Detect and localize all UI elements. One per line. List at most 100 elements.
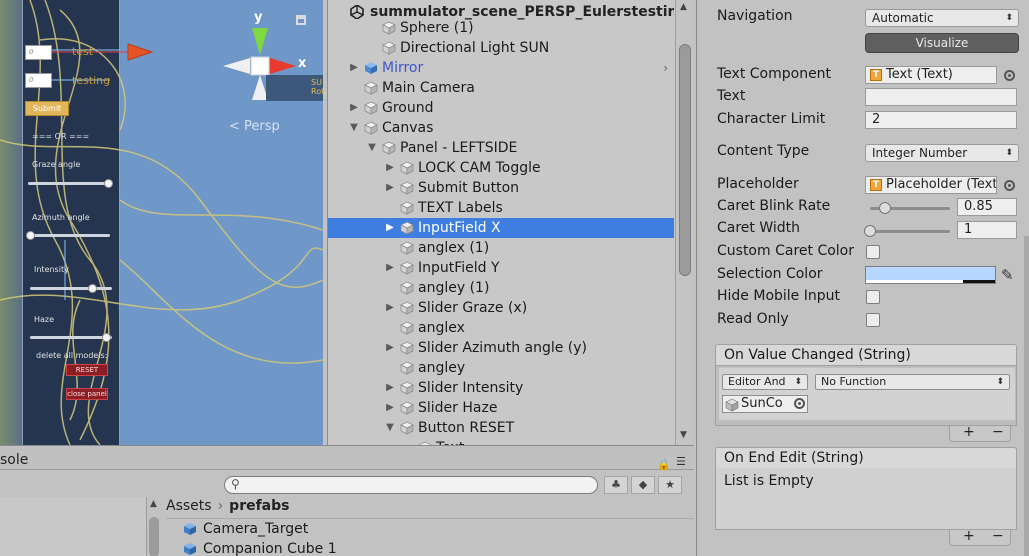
hierarchy-scrollbar[interactable]: ▲ ▼ [675, 0, 693, 445]
scene-azimuth-knob[interactable] [26, 231, 35, 240]
scene-graze-slider[interactable] [28, 179, 113, 188]
navigation-dropdown[interactable]: Automatic ⬍ [865, 9, 1019, 27]
scene-intensity-knob[interactable] [88, 284, 97, 293]
hierarchy-row[interactable]: angley (1) [328, 278, 674, 298]
gameobject-cube-icon [400, 401, 414, 415]
caret-width-slider[interactable] [864, 225, 950, 237]
hierarchy-row[interactable]: ▶ Ground [328, 98, 674, 118]
character-limit-field[interactable]: 2 [865, 111, 1017, 129]
object-picker-icon[interactable] [794, 398, 805, 409]
caret-blink-slider[interactable] [870, 202, 950, 214]
scene-haze-slider[interactable] [30, 333, 112, 342]
menu-icon[interactable]: ☰ [676, 455, 686, 468]
hierarchy-row[interactable]: ▶ Slider Intensity [328, 378, 674, 398]
scene-submit-button[interactable]: Submit [25, 101, 69, 116]
hierarchy-row[interactable]: TEXT Labels [328, 198, 674, 218]
scene-graze-knob[interactable] [104, 179, 113, 188]
text-component-field[interactable]: T Text (Text) [865, 66, 997, 84]
hierarchy-row[interactable]: Directional Light SUN [328, 38, 674, 58]
hierarchy-row[interactable]: angley [328, 358, 674, 378]
caret-blink-field[interactable]: 0.85 [957, 198, 1017, 216]
caret-width-knob[interactable] [864, 225, 876, 237]
console-tab[interactable]: sole [0, 452, 28, 468]
expand-arrow-icon[interactable]: ▶ [384, 398, 396, 418]
persp-label[interactable]: < Persp [229, 119, 280, 134]
folder-scroll-thumb[interactable] [149, 517, 159, 556]
collapse-arrow-icon[interactable]: ▼ [348, 118, 360, 138]
expand-arrow-icon[interactable]: ▶ [384, 158, 396, 178]
runtime-dropdown[interactable]: Editor And ⬍ [722, 374, 808, 390]
caret-blink-knob[interactable] [879, 202, 892, 214]
scene-haze-knob[interactable] [102, 333, 111, 342]
add-listener-button[interactable]: + [963, 424, 975, 440]
function-dropdown[interactable]: No Function ⬍ [815, 374, 1010, 390]
content-type-dropdown[interactable]: Integer Number ⬍ [865, 144, 1019, 162]
content-type-label: Content Type [717, 143, 810, 159]
selection-color-field[interactable] [865, 266, 996, 284]
hierarchy-row[interactable]: ▶ Submit Button [328, 178, 674, 198]
hierarchy-row[interactable]: ▶ Slider Azimuth angle (y) [328, 338, 674, 358]
scene-intensity-slider[interactable] [30, 284, 112, 293]
prefab-open-arrow-icon[interactable]: › [663, 58, 668, 78]
scene-reset-button[interactable]: RESET [66, 364, 108, 376]
placeholder-field[interactable]: T Placeholder (Text) [865, 176, 997, 194]
hierarchy-row[interactable]: ▼ Button RESET [328, 418, 674, 438]
eyedropper-icon[interactable]: ✎ [1001, 266, 1014, 284]
hierarchy-row[interactable]: ▶ Mirror › [328, 58, 674, 78]
project-folder-tree[interactable] [0, 497, 160, 556]
hierarchy-row[interactable]: ▼ Panel - LEFTSIDE [328, 138, 674, 158]
scroll-up-arrow[interactable]: ▲ [680, 2, 687, 12]
breadcrumb-prefabs[interactable]: prefabs [229, 498, 289, 514]
scene-view[interactable]: 0 test 0 testing Submit === OR === Graze… [0, 0, 323, 445]
collapse-arrow-icon[interactable]: ▼ [384, 418, 396, 438]
text-field[interactable] [865, 88, 1017, 106]
expand-arrow-icon[interactable]: ▶ [384, 178, 396, 198]
hierarchy-row[interactable]: Main Camera [328, 78, 674, 98]
hide-mobile-checkbox[interactable] [866, 290, 880, 304]
hierarchy-row[interactable]: anglex (1) [328, 238, 674, 258]
filter-label-icon[interactable]: ◆ [631, 476, 655, 494]
custom-caret-checkbox[interactable] [866, 245, 880, 259]
expand-arrow-icon[interactable]: ▶ [384, 338, 396, 358]
hierarchy-row[interactable]: ▶ Slider Haze [328, 398, 674, 418]
hierarchy-row[interactable]: Text [328, 438, 674, 445]
add-listener-button[interactable]: + [963, 528, 975, 544]
gizmo-lock-icon[interactable] [296, 15, 306, 25]
visualize-button[interactable]: Visualize [865, 33, 1019, 53]
breadcrumb-assets[interactable]: Assets [166, 498, 212, 514]
expand-arrow-icon[interactable]: ▶ [384, 298, 396, 318]
expand-arrow-icon[interactable]: ▶ [384, 218, 396, 238]
hierarchy-row[interactable]: ▼ Canvas [328, 118, 674, 138]
folder-tree-scrollbar[interactable]: ▲ [146, 497, 160, 556]
folder-scroll-up-arrow[interactable]: ▲ [150, 499, 157, 509]
scroll-down-arrow[interactable]: ▼ [680, 430, 687, 440]
scene-close-panel-button[interactable]: close panel [66, 388, 108, 400]
remove-listener-button[interactable]: − [992, 424, 1004, 440]
inspector-scroll-edge[interactable] [1024, 236, 1029, 556]
scroll-thumb[interactable] [679, 44, 691, 276]
expand-arrow-icon[interactable]: ▶ [384, 378, 396, 398]
search-input[interactable]: ⚲ [224, 476, 598, 494]
scene-azimuth-slider[interactable] [26, 231, 110, 240]
expand-arrow-icon[interactable]: ▶ [348, 58, 360, 78]
expand-arrow-icon[interactable]: ▶ [384, 258, 396, 278]
hierarchy-row[interactable]: anglex [328, 318, 674, 338]
object-picker-icon[interactable] [1004, 180, 1015, 191]
filter-type-icon[interactable]: ♣ [604, 476, 628, 494]
favorite-star-icon[interactable]: ★ [658, 476, 682, 494]
hierarchy-row[interactable]: ▶ Slider Graze (x) [328, 298, 674, 318]
scene-input-y[interactable]: 0 [25, 73, 52, 88]
hierarchy-panel[interactable]: summulator_scene_PERSP_Eulerstesting Sph… [327, 0, 693, 445]
hierarchy-row[interactable]: ▶ InputField X [328, 218, 674, 238]
caret-width-field[interactable]: 1 [957, 221, 1017, 239]
read-only-checkbox[interactable] [866, 313, 880, 327]
hierarchy-row[interactable]: ▶ InputField Y [328, 258, 674, 278]
hierarchy-row[interactable]: Sphere (1) [328, 18, 674, 38]
hierarchy-row[interactable]: ▶ LOCK CAM Toggle [328, 158, 674, 178]
expand-arrow-icon[interactable]: ▶ [348, 98, 360, 118]
collapse-arrow-icon[interactable]: ▼ [366, 138, 378, 158]
lock-icon[interactable]: 🔒 [657, 458, 671, 471]
object-picker-icon[interactable] [1004, 70, 1015, 81]
remove-listener-button[interactable]: − [992, 528, 1004, 544]
scene-input-x[interactable]: 0 [25, 45, 52, 60]
